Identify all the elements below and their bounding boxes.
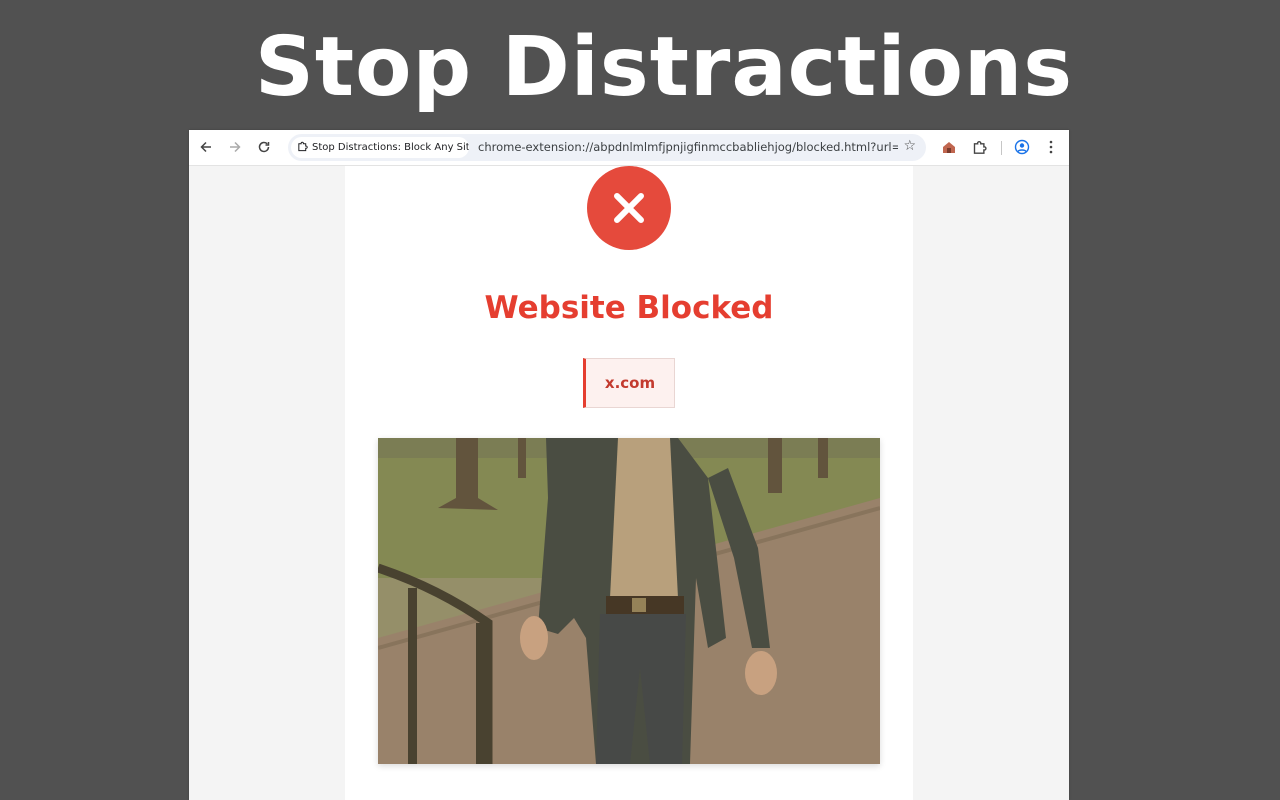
extension-icon[interactable] [938, 136, 960, 158]
blocked-page-card: Website Blocked x.com [345, 166, 913, 800]
extensions-puzzle-icon[interactable] [968, 136, 990, 158]
site-info-chip[interactable]: Stop Distractions: Block Any Site [291, 137, 469, 158]
back-arrow-icon[interactable] [195, 136, 217, 158]
banner-title: Stop Distractions [254, 20, 1074, 115]
blocked-domain: x.com [583, 358, 675, 408]
blocked-x-icon [587, 166, 671, 250]
more-vert-icon[interactable] [1040, 136, 1062, 158]
forward-arrow-icon[interactable] [224, 136, 246, 158]
puzzle-icon [297, 141, 308, 155]
reload-icon[interactable] [253, 136, 275, 158]
blocked-title: Website Blocked [484, 290, 774, 326]
star-icon[interactable]: ☆ [903, 138, 916, 154]
man-in-suit-walking-photo [378, 438, 880, 764]
profile-icon[interactable] [1011, 136, 1033, 158]
toolbar-divider [1001, 141, 1002, 155]
browser-toolbar: Stop Distractions: Block Any Site chrome… [189, 130, 1069, 166]
url-text[interactable]: chrome-extension://abpdnlmlmfjpnjigfinmc… [478, 140, 898, 155]
address-bar[interactable]: Stop Distractions: Block Any Site chrome… [288, 134, 926, 161]
browser-window: Stop Distractions: Block Any Site chrome… [189, 130, 1069, 800]
site-chip-label: Stop Distractions: Block Any Site [312, 142, 469, 153]
